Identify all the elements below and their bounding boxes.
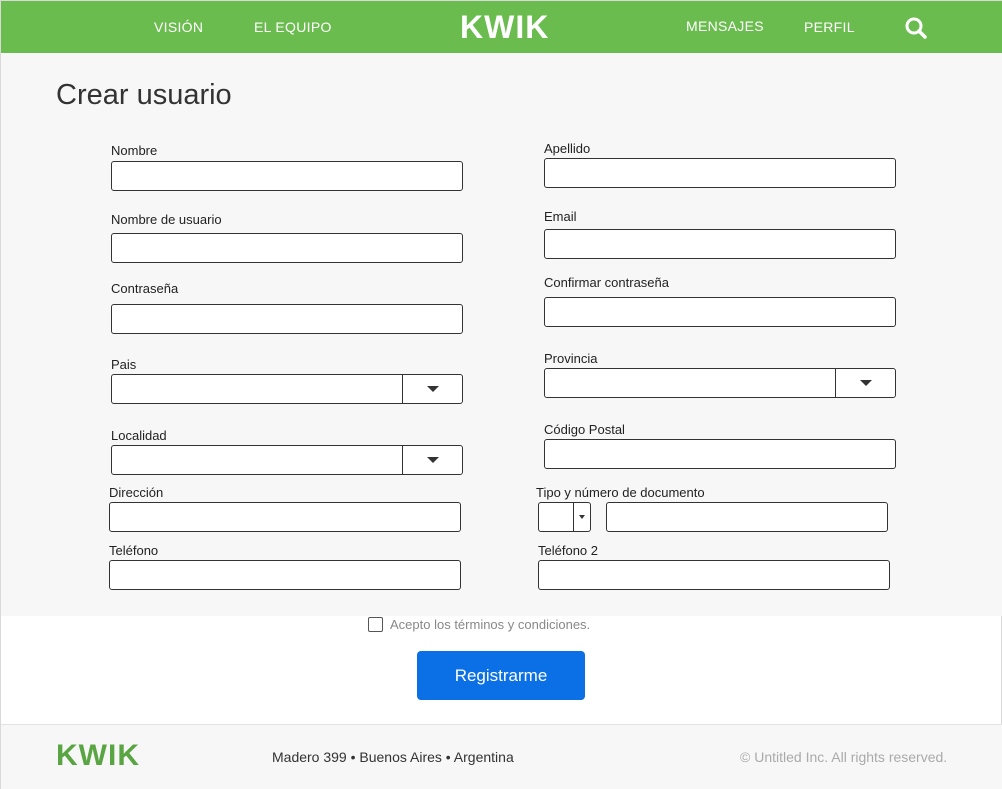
email-label: Email [544, 209, 577, 224]
localidad-select[interactable] [111, 445, 463, 475]
pais-select[interactable] [111, 374, 463, 404]
usuario-field[interactable] [111, 233, 463, 263]
email-field[interactable] [544, 229, 896, 259]
search-icon[interactable] [904, 16, 928, 40]
select-divider [835, 369, 836, 397]
provincia-select[interactable] [544, 368, 896, 398]
nombre-label: Nombre [111, 143, 158, 158]
direccion-label: Dirección [109, 485, 164, 500]
telefono2-label: Teléfono 2 [538, 543, 598, 558]
chevron-down-icon [579, 515, 585, 519]
localidad-label: Localidad [111, 428, 167, 443]
footer-brand-logo: KWIK [56, 739, 140, 772]
documento-label: Tipo y número de documento [536, 485, 705, 500]
chevron-down-icon [427, 457, 439, 463]
provincia-label: Provincia [544, 351, 598, 366]
telefono2-field[interactable] [538, 560, 890, 590]
codigo-postal-field[interactable] [544, 439, 896, 469]
nav-link-perfil[interactable]: PERFIL [804, 19, 855, 35]
telefono-field[interactable] [109, 560, 461, 590]
nav-link-vision[interactable]: VISIÓN [154, 19, 203, 35]
terms-checkbox[interactable] [368, 617, 383, 632]
apellido-label: Apellido [544, 141, 591, 156]
footer: KWIK Madero 399 • Buenos Aires • Argenti… [1, 724, 1002, 789]
chevron-down-icon [427, 386, 439, 392]
contrasena-field[interactable] [111, 304, 463, 334]
register-button[interactable]: Registrarme [417, 651, 585, 700]
select-divider [402, 375, 403, 403]
usuario-label: Nombre de usuario [111, 212, 222, 227]
direccion-field[interactable] [109, 502, 461, 532]
nav-link-mensajes[interactable]: MENSAJES [686, 18, 764, 34]
select-divider [402, 446, 403, 474]
telefono-label: Teléfono [109, 543, 159, 558]
page-title: Crear usuario [56, 79, 232, 111]
brand-logo[interactable]: KWIK [460, 9, 549, 46]
tipo-documento-select[interactable] [538, 502, 591, 532]
top-nav: VISIÓN EL EQUIPO KWIK MENSAJES PERFIL [1, 1, 1002, 53]
footer-address: Madero 399 • Buenos Aires • Argentina [272, 749, 514, 765]
numero-documento-field[interactable] [606, 502, 888, 532]
contrasena-label: Contraseña [111, 281, 179, 296]
footer-copyright: © Untitled Inc. All rights reserved. [740, 749, 948, 765]
nav-link-el-equipo[interactable]: EL EQUIPO [254, 19, 332, 35]
confirmar-label: Confirmar contraseña [544, 275, 669, 290]
confirmar-contrasena-field[interactable] [544, 297, 896, 327]
codigo-postal-label: Código Postal [544, 422, 625, 437]
select-divider [573, 503, 574, 531]
chevron-down-icon [860, 380, 872, 386]
terms-label: Acepto los términos y condiciones. [390, 617, 591, 632]
nombre-field[interactable] [111, 161, 463, 191]
apellido-field[interactable] [544, 158, 896, 188]
pais-label: Pais [111, 357, 137, 372]
